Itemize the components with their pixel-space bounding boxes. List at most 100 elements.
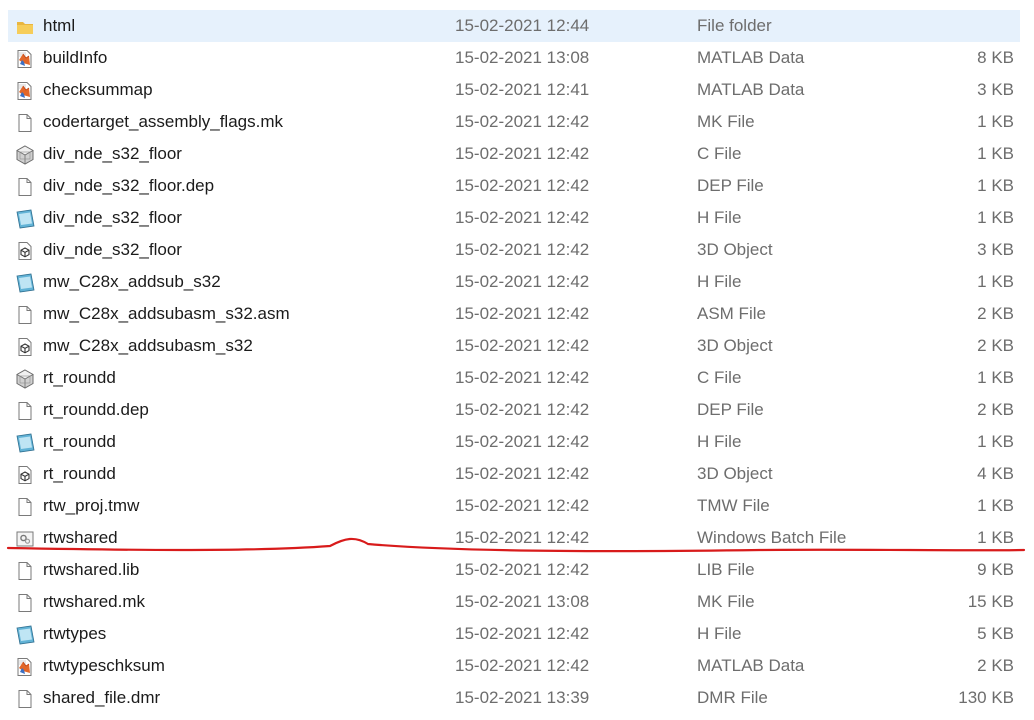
file-date-modified: 15-02-2021 13:08: [455, 592, 590, 611]
file-row[interactable]: rt_roundd.dep 15-02-2021 12:42 DEP File 2 K…: [0, 394, 1034, 426]
file-date-modified: 15-02-2021 12:42: [455, 144, 590, 163]
file-size: 1 KB: [977, 368, 1014, 387]
matlab-data-icon: [14, 656, 36, 678]
file-type: MATLAB Data: [697, 656, 805, 675]
file-type: DMR File: [697, 688, 768, 707]
file-date-modified: 15-02-2021 12:42: [455, 240, 590, 259]
file-type: DEP File: [697, 400, 764, 419]
file-size: 3 KB: [977, 240, 1014, 259]
blank-file-icon: [14, 400, 36, 422]
file-name: div_nde_s32_floor.dep: [43, 176, 215, 195]
file-name: rt_roundd: [43, 464, 116, 483]
file-type: H File: [697, 432, 742, 451]
file-size: 2 KB: [977, 656, 1014, 675]
blank-file-icon: [14, 112, 36, 134]
file-size: 2 KB: [977, 304, 1014, 323]
file-name: rtw_proj.tmw: [43, 496, 140, 515]
file-name: codertarget_assembly_flags.mk: [43, 112, 284, 131]
file-name: div_nde_s32_floor: [43, 144, 182, 163]
file-row[interactable]: rtwshared.lib 15-02-2021 12:42 LIB File 9 K…: [0, 554, 1034, 586]
file-date-modified: 15-02-2021 12:42: [455, 496, 590, 515]
file-date-modified: 15-02-2021 12:42: [455, 464, 590, 483]
file-name: rtwtypeschksum: [43, 656, 165, 675]
file-date-modified: 15-02-2021 12:41: [455, 80, 590, 99]
file-row[interactable]: mw_C28x_addsub_s32 15-02-2021 12:42 H File…: [0, 266, 1034, 298]
3d-object-icon: [14, 464, 36, 486]
file-row[interactable]: rtw_proj.tmw 15-02-2021 12:42 TMW File 1 KB: [0, 490, 1034, 522]
file-type: MATLAB Data: [697, 48, 805, 67]
file-name: mw_C28x_addsubasm_s32.asm: [43, 304, 290, 323]
file-date-modified: 15-02-2021 12:42: [455, 208, 590, 227]
h-file-icon: [14, 272, 36, 294]
file-date-modified: 15-02-2021 12:42: [455, 560, 590, 579]
file-row[interactable]: buildInfo 15-02-2021 13:08 MATLAB Data 8 KB: [0, 42, 1034, 74]
file-name: rtwtypes: [43, 624, 107, 643]
file-name: div_nde_s32_floor: [43, 208, 182, 227]
file-date-modified: 15-02-2021 12:42: [455, 528, 590, 547]
file-row[interactable]: div_nde_s32_floor 15-02-2021 12:42 H File 1…: [0, 202, 1034, 234]
file-row[interactable]: rtwshared 15-02-2021 12:42 Windows Batch F…: [0, 522, 1034, 554]
file-name: rt_roundd: [43, 368, 116, 387]
file-type: H File: [697, 208, 742, 227]
blank-file-icon: [14, 496, 36, 518]
file-row[interactable]: rtwtypes 15-02-2021 12:42 H File 5 KB: [0, 618, 1034, 650]
c-file-icon: [14, 144, 36, 166]
file-type: 3D Object: [697, 464, 773, 483]
file-size: 1 KB: [977, 144, 1014, 163]
file-row[interactable]: rt_roundd 15-02-2021 12:42 H File 1 KB: [0, 426, 1034, 458]
file-name: mw_C28x_addsub_s32: [43, 272, 221, 291]
file-type: H File: [697, 624, 742, 643]
file-size: 8 KB: [977, 48, 1014, 67]
file-size: 2 KB: [977, 336, 1014, 355]
file-row[interactable]: div_nde_s32_floor 15-02-2021 12:42 C File 1…: [0, 138, 1034, 170]
file-date-modified: 15-02-2021 12:42: [455, 432, 590, 451]
file-type: DEP File: [697, 176, 764, 195]
batch-file-icon: [14, 528, 36, 550]
matlab-data-icon: [14, 48, 36, 70]
file-date-modified: 15-02-2021 12:42: [455, 624, 590, 643]
file-row[interactable]: rtwshared.mk 15-02-2021 13:08 MK File 15 KB: [0, 586, 1034, 618]
file-type: File folder: [697, 16, 772, 35]
file-row[interactable]: shared_file.dmr 15-02-2021 13:39 DMR File 1…: [0, 682, 1034, 714]
folder-icon: [14, 16, 36, 38]
file-size: 2 KB: [977, 400, 1014, 419]
blank-file-icon: [14, 560, 36, 582]
3d-object-icon: [14, 240, 36, 262]
file-name: rt_roundd.dep: [43, 400, 149, 419]
file-type: 3D Object: [697, 240, 773, 259]
file-name: rt_roundd: [43, 432, 116, 451]
file-size: 130 KB: [958, 688, 1014, 707]
file-row[interactable]: checksummap 15-02-2021 12:41 MATLAB Data 3 …: [0, 74, 1034, 106]
file-row[interactable]: mw_C28x_addsubasm_s32 15-02-2021 12:42 3D …: [0, 330, 1034, 362]
file-name: rtwshared.mk: [43, 592, 146, 611]
file-size: 3 KB: [977, 80, 1014, 99]
file-date-modified: 15-02-2021 12:42: [455, 272, 590, 291]
file-type: LIB File: [697, 560, 755, 579]
file-row[interactable]: codertarget_assembly_flags.mk 15-02-2021 …: [0, 106, 1034, 138]
file-row[interactable]: rtwtypeschksum 15-02-2021 12:42 MATLAB Dat…: [0, 650, 1034, 682]
file-date-modified: 15-02-2021 13:08: [455, 48, 590, 67]
file-row[interactable]: rt_roundd 15-02-2021 12:42 3D Object 4 KB: [0, 458, 1034, 490]
file-date-modified: 15-02-2021 12:44: [455, 16, 590, 35]
file-size: 1 KB: [977, 528, 1014, 547]
file-date-modified: 15-02-2021 12:42: [455, 400, 590, 419]
file-size: 1 KB: [977, 272, 1014, 291]
file-name: rtwshared: [43, 528, 118, 547]
file-name: shared_file.dmr: [43, 688, 161, 707]
h-file-icon: [14, 432, 36, 454]
file-date-modified: 15-02-2021 12:42: [455, 336, 590, 355]
file-size: 9 KB: [977, 560, 1014, 579]
file-row[interactable]: html 15-02-2021 12:44 File folder: [0, 10, 1034, 42]
file-date-modified: 15-02-2021 13:39: [455, 688, 590, 707]
file-row[interactable]: div_nde_s32_floor.dep 15-02-2021 12:42 DEP…: [0, 170, 1034, 202]
file-row[interactable]: mw_C28x_addsubasm_s32.asm 15-02-2021 12:4…: [0, 298, 1034, 330]
file-date-modified: 15-02-2021 12:42: [455, 368, 590, 387]
file-type: MATLAB Data: [697, 80, 805, 99]
file-row[interactable]: div_nde_s32_floor 15-02-2021 12:42 3D Obje…: [0, 234, 1034, 266]
blank-file-icon: [14, 304, 36, 326]
file-row[interactable]: rt_roundd 15-02-2021 12:42 C File 1 KB: [0, 362, 1034, 394]
file-type: H File: [697, 272, 742, 291]
file-type: TMW File: [697, 496, 770, 515]
matlab-data-icon: [14, 80, 36, 102]
file-name: rtwshared.lib: [43, 560, 140, 579]
